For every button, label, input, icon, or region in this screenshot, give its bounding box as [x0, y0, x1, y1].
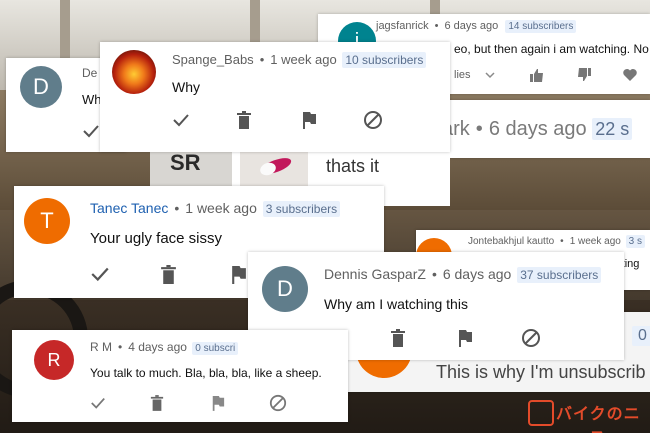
trash-icon[interactable]	[160, 264, 177, 284]
comment-text: Why	[172, 79, 200, 95]
comment-text: eo, but then again i am watching. No thu…	[454, 42, 650, 56]
author-name[interactable]: Spange_Babs	[172, 52, 254, 67]
subscriber-badge: 14 subscribers	[505, 20, 577, 33]
comment-meta: Dennis GasparZ • 6 days ago 37 subscribers	[324, 266, 602, 283]
approve-check-icon[interactable]	[82, 122, 100, 140]
trash-icon[interactable]	[236, 111, 252, 129]
approve-check-icon[interactable]	[90, 395, 106, 411]
comment-card-ark: ark • 6 days ago 22 s	[442, 100, 650, 158]
thumbs-up-icon[interactable]	[529, 67, 545, 83]
approve-check-icon[interactable]	[90, 264, 110, 284]
comment-meta: jagsfanrick • 6 days ago 14 subscribers	[376, 20, 577, 33]
watermark-text: バイクのニュース	[556, 406, 641, 433]
subscriber-badge: 0 subscri	[192, 342, 239, 355]
comment-time[interactable]: 4 days ago	[128, 340, 187, 354]
avatar[interactable]: R	[34, 340, 74, 380]
shirt-logo: SR	[170, 150, 201, 175]
avatar[interactable]	[112, 50, 156, 94]
flag-icon[interactable]	[301, 111, 317, 129]
block-icon[interactable]	[269, 394, 287, 412]
avatar[interactable]: D	[262, 266, 308, 312]
author-name[interactable]: R M	[90, 340, 112, 354]
author-name[interactable]: Jontebakhjul kautto	[468, 236, 554, 247]
comment-actions	[172, 110, 383, 130]
thumbs-down-icon[interactable]	[576, 67, 592, 83]
author-name[interactable]: jagsfanrick	[376, 20, 429, 32]
comment-actions	[324, 328, 541, 348]
comment-meta: Tanec Tanec • 1 week ago 3 subscribers	[90, 200, 341, 217]
author-name[interactable]: De	[82, 66, 97, 80]
comment-time[interactable]: 6 days ago	[443, 266, 512, 282]
separator-dot: •	[560, 236, 564, 247]
comment-actions	[90, 264, 247, 284]
replies-link[interactable]: lies	[454, 69, 471, 81]
comment-meta: Spange_Babs • 1 week ago 10 subscribers	[172, 52, 427, 68]
separator-dot: •	[118, 340, 123, 354]
comment-time[interactable]: 1 week ago	[570, 236, 621, 247]
separator-dot: •	[431, 266, 437, 282]
comment-text: You talk to much. Bla, bla, bla, like a …	[90, 366, 322, 380]
comment-text: Wh	[82, 92, 102, 107]
author-name[interactable]: Tanec Tanec	[90, 200, 168, 216]
comment-card-rm: R R M • 4 days ago 0 subscri You talk to m…	[12, 330, 348, 422]
comment-actions	[90, 394, 287, 412]
comment-meta: Jontebakhjul kautto • 1 week ago 3 s	[468, 235, 645, 248]
comment-time[interactable]: 1 week ago	[270, 52, 337, 67]
comment-text: Why am I watching this	[324, 296, 468, 312]
subscriber-badge: 10 subscribers	[342, 52, 427, 68]
trash-icon[interactable]	[150, 395, 164, 411]
approve-check-icon[interactable]	[172, 111, 190, 129]
subscriber-badge: 22 s	[592, 118, 633, 140]
separator-dot: •	[434, 20, 439, 32]
flag-icon[interactable]	[211, 395, 225, 411]
author-name[interactable]: Dennis GasparZ	[324, 266, 426, 282]
comment-meta: ark • 6 days ago 22 s	[442, 118, 633, 141]
subscriber-badge: 3 subscribers	[262, 201, 341, 217]
reply-text: thats it	[326, 156, 380, 176]
flag-icon[interactable]	[230, 265, 247, 284]
watermark-icon	[528, 400, 554, 426]
comment-text: This is why I'm unsubscrib	[436, 362, 646, 382]
flag-icon[interactable]	[457, 329, 473, 347]
subscriber-badge: 3 s	[625, 235, 645, 248]
comment-card-spange-babs: Spange_Babs • 1 week ago 10 subscribers Wh…	[100, 42, 450, 152]
avatar[interactable]: T	[24, 198, 70, 244]
avatar[interactable]: D	[20, 66, 62, 108]
comment-meta: R M • 4 days ago 0 subscri	[90, 340, 239, 355]
comment-time[interactable]: 6 days ago	[489, 118, 587, 140]
comment-time[interactable]: 6 days ago	[444, 20, 498, 32]
chevron-down-icon[interactable]	[485, 70, 495, 80]
separator-dot: •	[174, 200, 180, 216]
separator-dot: •	[475, 118, 483, 140]
comment-time[interactable]: 1 week ago	[185, 200, 257, 216]
block-icon[interactable]	[363, 110, 383, 130]
separator-dot: •	[259, 52, 265, 67]
subscriber-badge: 37 subscribers	[517, 267, 602, 283]
comment-actions: lies	[454, 66, 638, 84]
block-icon[interactable]	[521, 328, 541, 348]
subscriber-badge: 0	[632, 326, 650, 346]
trash-icon[interactable]	[390, 329, 406, 347]
heart-icon[interactable]	[622, 67, 638, 83]
comment-text: Your ugly face sissy	[90, 230, 223, 247]
